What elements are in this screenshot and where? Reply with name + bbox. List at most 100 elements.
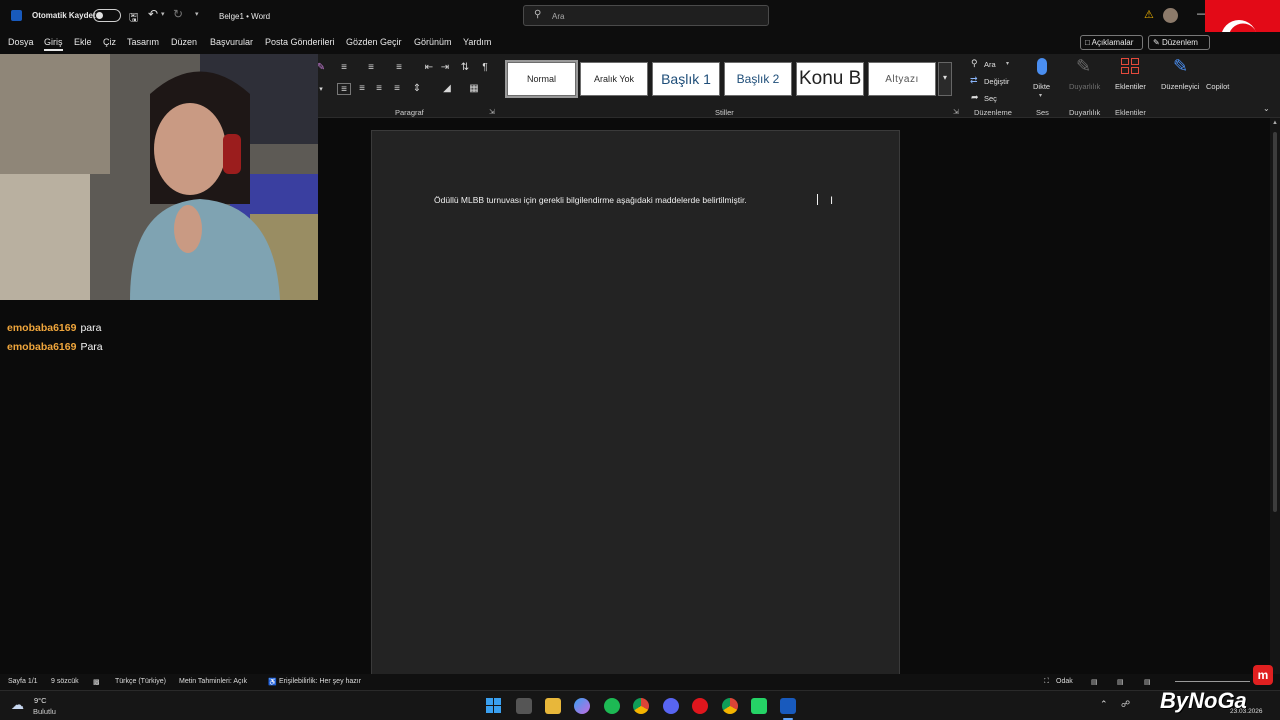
word-count[interactable]: 9 sözcük [51, 678, 79, 685]
menu-design[interactable]: Tasarım [127, 37, 159, 47]
task-view-icon[interactable] [516, 698, 532, 714]
warning-icon[interactable]: ⚠ [1144, 8, 1154, 21]
network-icon[interactable]: ☍ [1121, 699, 1130, 710]
replace-label[interactable]: Değiştir [984, 77, 1009, 86]
text-predictions[interactable]: Metin Tahminleri: Açık [179, 678, 247, 685]
collapse-ribbon-icon[interactable]: ⌄ [1263, 104, 1270, 113]
sort-icon[interactable]: ⇅ [458, 62, 472, 74]
search-box[interactable]: ⚲ Ara [523, 5, 769, 26]
decrease-indent-icon[interactable]: ⇤ [422, 62, 436, 74]
menu-references[interactable]: Başvurular [210, 37, 253, 47]
dictate-label[interactable]: Dikte [1033, 82, 1050, 91]
style-title[interactable]: Konu B [796, 62, 864, 96]
accessibility-status[interactable]: Erişilebilirlik: Her şey hazır [279, 678, 361, 685]
redo-icon[interactable]: ↻ [173, 7, 183, 21]
numbering-icon[interactable]: ≡ [364, 62, 378, 74]
style-heading-2[interactable]: Başlık 2 [724, 62, 792, 96]
style-subtitle[interactable]: Altyazı [868, 62, 936, 96]
weather-desc[interactable]: Bulutlu [33, 707, 56, 716]
scroll-up-icon[interactable]: ▲ [1272, 120, 1278, 126]
menu-review[interactable]: Gözden Geçir [346, 37, 402, 47]
menu-mailings[interactable]: Posta Gönderileri [265, 37, 335, 47]
focus-icon[interactable]: ⛶ [1044, 678, 1049, 686]
menu-file[interactable]: Dosya [8, 37, 34, 47]
tray-chevron-icon[interactable]: ⌃ [1100, 699, 1108, 710]
accessibility-icon[interactable]: ♿ [268, 678, 277, 686]
document-page[interactable]: Ödüllü MLBB turnuvası için gerekli bilgi… [371, 130, 900, 680]
menu-layout[interactable]: Düzen [171, 37, 197, 47]
style-normal[interactable]: Normal [505, 60, 578, 98]
microphone-icon[interactable] [1037, 58, 1047, 75]
menu-view[interactable]: Görünüm [414, 37, 452, 47]
paragraph-launcher-icon[interactable]: ⇲ [489, 108, 495, 116]
vertical-scrollbar[interactable]: ▲ [1270, 118, 1280, 674]
replace-icon[interactable]: ⇄ [970, 75, 978, 86]
styles-more-button[interactable]: ▾ [938, 62, 952, 96]
save-icon[interactable]: 🖫 [129, 9, 138, 28]
read-mode-icon[interactable]: ▤ [1091, 678, 1098, 686]
file-explorer-icon[interactable] [545, 698, 561, 714]
menu-home[interactable]: Giriş [44, 37, 63, 51]
chevron-down-icon[interactable]: ▾ [161, 10, 165, 18]
find-label[interactable]: Ara [984, 60, 996, 69]
page-count[interactable]: Sayfa 1/1 [8, 678, 38, 685]
autosave-toggle[interactable] [93, 9, 121, 22]
status-bar: Sayfa 1/1 9 sözcük ▩ Türkçe (Türkiye) Me… [0, 674, 1280, 690]
spotify-icon[interactable] [604, 698, 620, 714]
sensitivity-label[interactable]: Duyarlılık [1069, 82, 1100, 91]
copilot-app-icon[interactable] [574, 698, 590, 714]
proofing-icon[interactable]: ▩ [93, 678, 100, 686]
style-no-spacing[interactable]: Aralık Yok [580, 62, 648, 96]
undo-icon[interactable]: ↶ [148, 7, 158, 21]
align-center-icon[interactable]: ≡ [355, 83, 369, 95]
style-subtitle-label: Altyazı [885, 73, 919, 85]
comments-button[interactable]: □ Açıklamalar [1080, 35, 1143, 50]
line-spacing-icon[interactable]: ⇕ [410, 83, 424, 95]
menu-insert[interactable]: Ekle [74, 37, 92, 47]
avatar[interactable] [1163, 8, 1178, 23]
shading-icon[interactable]: ◢ [440, 83, 454, 95]
chevron-down-icon[interactable]: ▾ [1039, 92, 1042, 99]
select-label[interactable]: Seç [984, 94, 997, 103]
find-icon[interactable]: ⚲ [971, 58, 978, 69]
editing-mode-button[interactable]: ✎ Düzenlem [1148, 35, 1210, 50]
chrome-profile-icon[interactable] [722, 698, 738, 714]
document-text[interactable]: Ödüllü MLBB turnuvası için gerekli bilgi… [434, 195, 747, 205]
bullets-icon[interactable]: ≡ [337, 62, 351, 74]
print-layout-icon[interactable]: ▤ [1117, 678, 1124, 686]
multilevel-list-icon[interactable]: ≡ [392, 62, 406, 74]
select-icon[interactable]: ➦ [971, 92, 979, 103]
chevron-down-icon[interactable]: ▾ [1006, 60, 1009, 67]
word-taskbar-icon[interactable] [780, 698, 796, 714]
discord-icon[interactable] [663, 698, 679, 714]
weather-temp[interactable]: 9°C [34, 696, 47, 705]
windows-start-icon[interactable] [486, 698, 502, 714]
align-left-icon[interactable]: ≡ [337, 83, 351, 95]
customize-qat-icon[interactable]: ▾ [195, 10, 199, 18]
style-heading-1[interactable]: Başlık 1 [652, 62, 720, 96]
editor-icon[interactable]: ✎ [1173, 56, 1188, 77]
editor-label[interactable]: Düzenleyici [1161, 82, 1199, 91]
chrome-icon[interactable] [633, 698, 649, 714]
language[interactable]: Türkçe (Türkiye) [115, 678, 166, 685]
menu-draw[interactable]: Çiz [103, 37, 116, 47]
addins-label[interactable]: Eklentiler [1115, 82, 1146, 91]
opera-icon[interactable] [692, 698, 708, 714]
show-marks-icon[interactable]: ¶ [478, 62, 492, 74]
whatsapp-icon[interactable] [751, 698, 767, 714]
sensitivity-icon[interactable]: ✎ [1076, 56, 1091, 77]
justify-icon[interactable]: ≡ [390, 83, 404, 95]
borders-icon[interactable]: ▦ [467, 83, 481, 95]
web-layout-icon[interactable]: ▤ [1144, 678, 1151, 686]
increase-indent-icon[interactable]: ⇥ [438, 62, 452, 74]
focus-label[interactable]: Odak [1056, 678, 1073, 685]
addins-icon[interactable] [1121, 58, 1141, 76]
align-right-icon[interactable]: ≡ [372, 83, 386, 95]
scroll-thumb[interactable] [1273, 132, 1277, 512]
copilot-label[interactable]: Copilot [1206, 82, 1229, 91]
zoom-slider[interactable] [1175, 681, 1250, 682]
menu-help[interactable]: Yardım [463, 37, 491, 47]
tray-date[interactable]: 23.03.2026 [1230, 708, 1263, 715]
styles-launcher-icon[interactable]: ⇲ [953, 108, 959, 116]
cloud-icon[interactable]: ☁ [11, 697, 24, 713]
